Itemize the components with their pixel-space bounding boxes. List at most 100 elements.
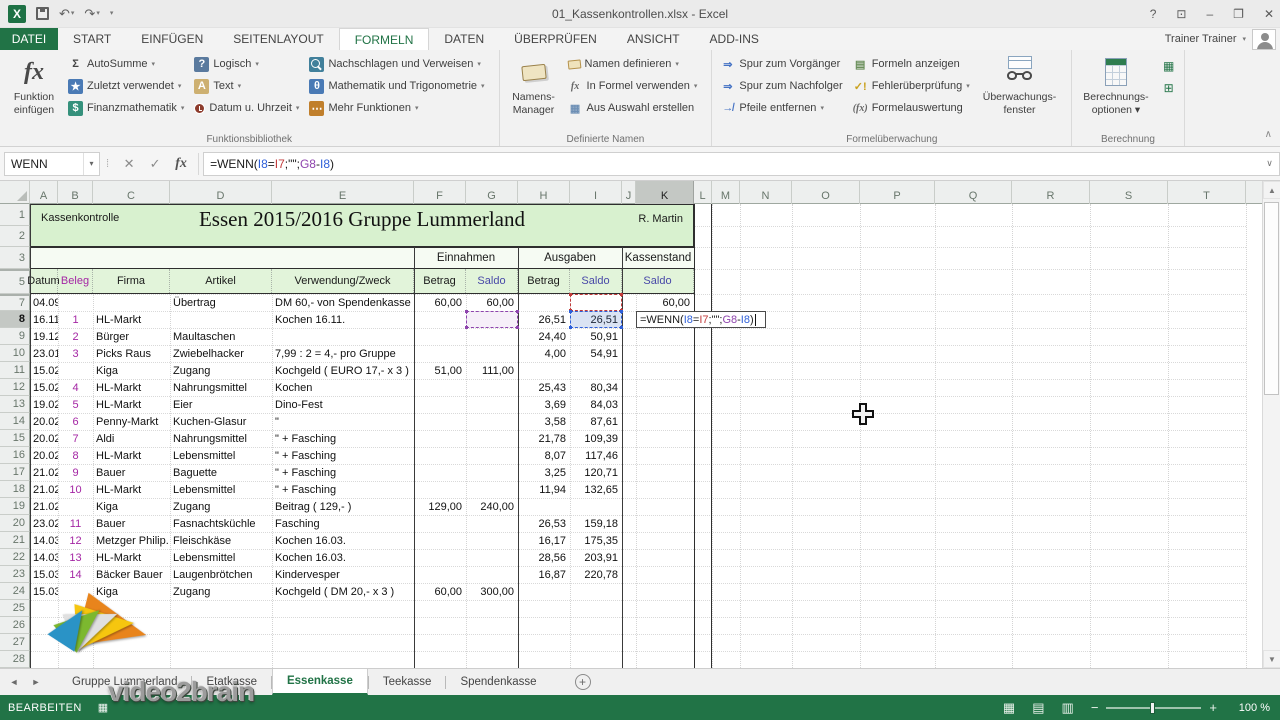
cell-C19[interactable]: Kiga <box>93 498 170 515</box>
cell-H12[interactable]: 25,43 <box>518 379 570 396</box>
column-header-q[interactable]: Q <box>935 181 1012 204</box>
caption-saldo[interactable]: Saldo <box>622 269 694 293</box>
ribbon-tab-überprüfen[interactable]: ÜBERPRÜFEN <box>499 28 612 50</box>
cell-G19[interactable]: 240,00 <box>466 498 518 515</box>
cell-I12[interactable]: 80,34 <box>570 379 622 396</box>
formula-bar-resize-handle[interactable]: ⁞ <box>106 158 110 170</box>
column-header-k[interactable]: K <box>636 181 694 204</box>
cell-B9[interactable]: 2 <box>58 328 93 345</box>
cell-A10[interactable]: 23.01. <box>30 345 58 362</box>
cell-K7[interactable]: 60,00 <box>622 294 694 311</box>
cell-D23[interactable]: Laugenbrötchen <box>170 566 272 583</box>
cell-H18[interactable]: 11,94 <box>518 481 570 498</box>
column-header-p[interactable]: P <box>860 181 935 204</box>
sheet-tab-gruppe-lummerland[interactable]: Gruppe Lummerland <box>58 669 191 695</box>
column-header-l[interactable]: L <box>694 181 712 204</box>
cell-D10[interactable]: Zwiebelhacker <box>170 345 272 362</box>
cell-C9[interactable]: Bürger <box>93 328 170 345</box>
cell-E20[interactable]: Fasching <box>272 515 414 532</box>
column-header-o[interactable]: O <box>792 181 860 204</box>
cell-B20[interactable]: 11 <box>58 515 93 532</box>
row-header-11[interactable]: 11 <box>0 362 30 379</box>
row-header-25[interactable]: 25 <box>0 600 30 617</box>
cell-G11[interactable]: 111,00 <box>466 362 518 379</box>
name-box-dropdown-icon[interactable]: ▾ <box>83 153 99 175</box>
ribbon-tab-start[interactable]: START <box>58 28 126 50</box>
cell-I23[interactable]: 220,78 <box>570 566 622 583</box>
cell-E14[interactable]: " <box>272 413 414 430</box>
aus-auswahl-erstellen-button[interactable]: ▦Aus Auswahl erstellen <box>566 97 700 119</box>
cell-H17[interactable]: 3,25 <box>518 464 570 481</box>
avatar[interactable] <box>1252 29 1276 50</box>
cell-D14[interactable]: Kuchen-Glasur <box>170 413 272 430</box>
cell-C24[interactable]: Kiga <box>93 583 170 600</box>
column-header-s[interactable]: S <box>1090 181 1168 204</box>
sheet-nav-left-icon[interactable]: ◄ <box>6 669 22 695</box>
calculate-now-button[interactable]: ▦ <box>1160 57 1178 75</box>
section-header-ausgaben[interactable]: Ausgaben <box>518 248 622 268</box>
row-header-23[interactable]: 23 <box>0 566 30 583</box>
cell-A23[interactable]: 15.03. <box>30 566 58 583</box>
column-header-i[interactable]: I <box>570 181 622 204</box>
name-manager-button[interactable]: Namens-Manager <box>506 53 562 119</box>
cell-B14[interactable]: 6 <box>58 413 93 430</box>
row-header-7[interactable]: 7 <box>0 294 30 311</box>
row-header-16[interactable]: 16 <box>0 447 30 464</box>
cell-B12[interactable]: 4 <box>58 379 93 396</box>
column-header-g[interactable]: G <box>466 181 518 204</box>
column-header-r[interactable]: R <box>1012 181 1090 204</box>
ribbon-tab-formeln[interactable]: FORMELN <box>339 28 430 50</box>
cell-A13[interactable]: 19.02. <box>30 396 58 413</box>
row-header-26[interactable]: 26 <box>0 617 30 634</box>
mathematik-und-trigonometrie-button[interactable]: θMathematik und Trigonometrie▾ <box>307 75 486 97</box>
row-header-8[interactable]: 8 <box>0 311 30 328</box>
cell-A12[interactable]: 15.02. <box>30 379 58 396</box>
column-header-a[interactable]: A <box>30 181 58 204</box>
enter-button[interactable]: ✓ <box>142 152 168 176</box>
row-header-15[interactable]: 15 <box>0 430 30 447</box>
formelauswertung-button[interactable]: (fx)Formelauswertung <box>851 97 972 119</box>
column-header-f[interactable]: F <box>414 181 466 204</box>
caption-betrag[interactable]: Betrag <box>518 269 570 293</box>
cell-F7[interactable]: 60,00 <box>414 294 466 311</box>
cell-G7[interactable]: 60,00 <box>466 294 518 311</box>
close-button[interactable]: ✕ <box>1264 7 1274 21</box>
cell-E8[interactable]: Kochen 16.11. <box>272 311 414 328</box>
cell-I15[interactable]: 109,39 <box>570 430 622 447</box>
row-header-28[interactable]: 28 <box>0 651 30 668</box>
cell-C21[interactable]: Metzger Philip. <box>93 532 170 549</box>
cell-B21[interactable]: 12 <box>58 532 93 549</box>
row-header-20[interactable]: 20 <box>0 515 30 532</box>
cell-A7[interactable]: 04.09. <box>30 294 58 311</box>
cell-C16[interactable]: HL-Markt <box>93 447 170 464</box>
column-header-j[interactable]: J <box>622 181 636 204</box>
column-header-m[interactable]: M <box>712 181 740 204</box>
ribbon-tab-ansicht[interactable]: ANSICHT <box>612 28 695 50</box>
cell-A21[interactable]: 14.03. <box>30 532 58 549</box>
select-all-corner[interactable] <box>0 181 30 204</box>
zoom-thumb[interactable] <box>1150 702 1155 714</box>
cell-I16[interactable]: 117,46 <box>570 447 622 464</box>
cell-E15[interactable]: " + Fasching <box>272 430 414 447</box>
cell-E16[interactable]: " + Fasching <box>272 447 414 464</box>
page-layout-view-icon[interactable]: ▤ <box>1032 700 1044 716</box>
cell-B13[interactable]: 5 <box>58 396 93 413</box>
cell-E19[interactable]: Beitrag ( 129,- ) <box>272 498 414 515</box>
cell-B17[interactable]: 9 <box>58 464 93 481</box>
cell-D17[interactable]: Baguette <box>170 464 272 481</box>
caption-saldo[interactable]: Saldo <box>466 269 518 293</box>
cell-D18[interactable]: Lebensmittel <box>170 481 272 498</box>
cell-C10[interactable]: Picks Raus <box>93 345 170 362</box>
cell-D16[interactable]: Lebensmittel <box>170 447 272 464</box>
help-button[interactable]: ? <box>1150 7 1157 21</box>
cell-A17[interactable]: 21.02. <box>30 464 58 481</box>
column-header-h[interactable]: H <box>518 181 570 204</box>
restore-button[interactable]: ❐ <box>1233 7 1244 21</box>
zoom-out-button[interactable]: − <box>1091 700 1099 715</box>
sheet-tab-etatkasse[interactable]: Etatkasse <box>192 669 271 695</box>
cell-D24[interactable]: Zugang <box>170 583 272 600</box>
spur-zum-nachfolger-button[interactable]: ⇒Spur zum Nachfolger <box>718 75 844 97</box>
cell-C20[interactable]: Bauer <box>93 515 170 532</box>
column-header-c[interactable]: C <box>93 181 170 204</box>
minimize-button[interactable]: – <box>1206 7 1213 21</box>
